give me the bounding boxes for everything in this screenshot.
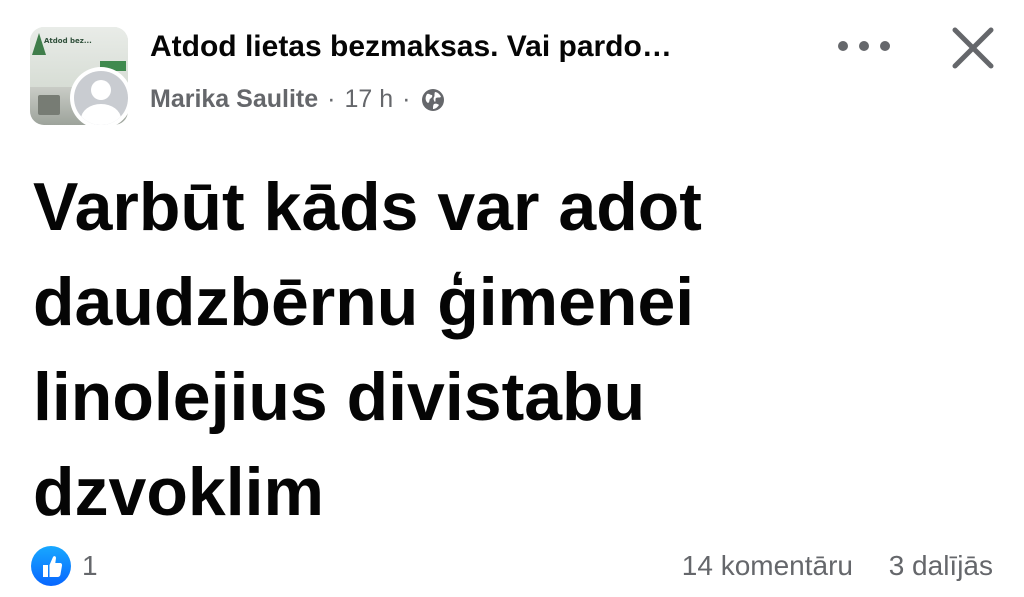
group-name-link[interactable]: Atdod lietas bezmaksas. Vai pardo… (150, 30, 672, 64)
shares-count-link[interactable]: 3 dalījās (889, 550, 993, 582)
close-icon[interactable] (950, 25, 996, 71)
thumbnail-sign-text: Atdod bez... (44, 37, 92, 45)
post-text-line: daudzbērnu ģimenei (33, 264, 695, 340)
author-avatar[interactable] (70, 67, 132, 129)
author-name-link[interactable]: Marika Saulite (150, 85, 318, 114)
post-meta: Marika Saulite · 17 h · (150, 85, 445, 114)
post-header: Atdod bez... Atdod lietas bezmaksas. Vai… (0, 0, 1024, 140)
default-profile-icon (74, 71, 128, 125)
meta-separator: · (327, 85, 336, 113)
post-text-line: Varbūt kāds var adot (33, 169, 702, 245)
like-icon[interactable] (31, 546, 71, 586)
more-options-icon (838, 41, 848, 51)
post-text: Varbūt kāds var adot daudzbērnu ģimenei … (33, 160, 993, 540)
post-footer: 1 14 komentāru 3 dalījās (0, 540, 1024, 590)
meta-separator-2: · (402, 85, 411, 113)
more-dot (859, 41, 869, 51)
reaction-count[interactable]: 1 (82, 550, 98, 582)
comments-count-link[interactable]: 14 komentāru (682, 550, 853, 582)
globe-icon (422, 88, 445, 111)
more-options-button[interactable] (838, 36, 890, 56)
post-text-line: linolejius divistabu (33, 359, 646, 435)
more-dot (880, 41, 890, 51)
post-text-line: dzvoklim (33, 454, 324, 530)
post-view: Atdod bez... Atdod lietas bezmaksas. Vai… (0, 0, 1024, 597)
post-time-link[interactable]: 17 h (344, 85, 393, 114)
thumbnail-furniture (38, 95, 60, 115)
